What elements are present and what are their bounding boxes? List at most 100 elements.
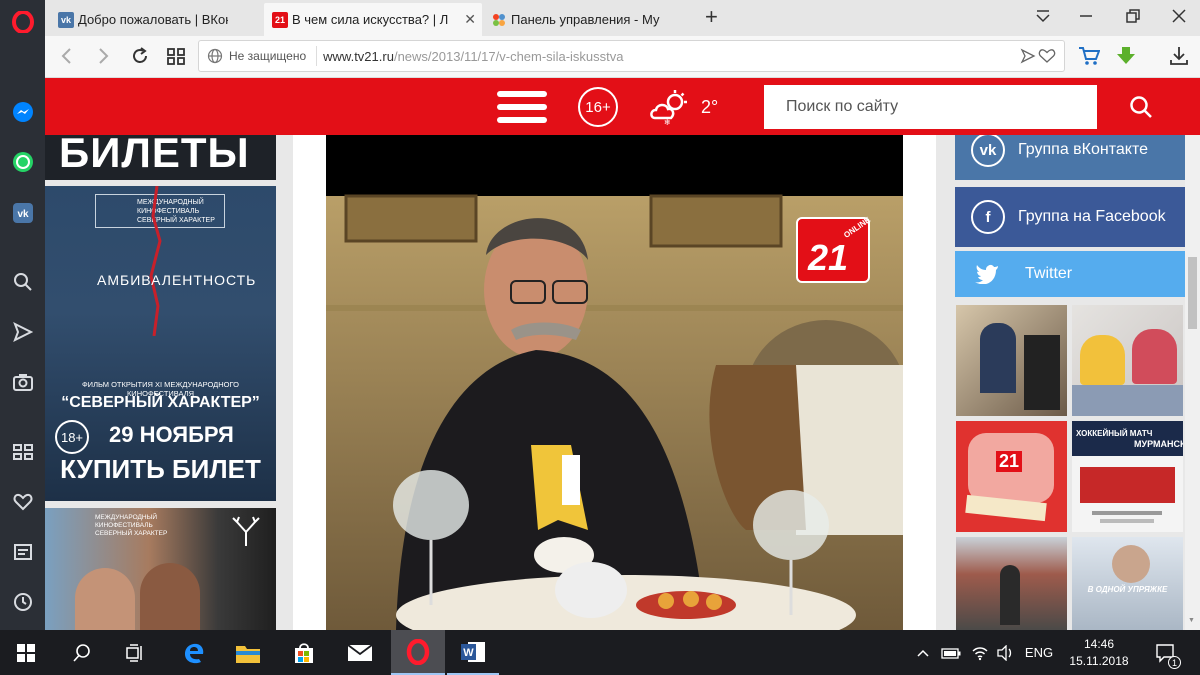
- restore-button[interactable]: [1125, 8, 1141, 29]
- word-icon[interactable]: W: [447, 630, 499, 675]
- age-rating-badge: 16+: [578, 87, 618, 127]
- ad-banner-film-festival[interactable]: МЕЖДУНАРОДНЫЙ КИНОФЕСТИВАЛЬ СЕВЕРНЫЙ ХАР…: [45, 186, 276, 501]
- messenger-icon[interactable]: [0, 94, 45, 130]
- file-explorer-icon[interactable]: [222, 630, 274, 675]
- ad-banner-festival-faces[interactable]: МЕЖДУНАРОДНЫЙ КИНОФЕСТИВАЛЬ СЕВЕРНЫЙ ХАР…: [45, 508, 276, 630]
- tab-active-article[interactable]: 21 В чем сила искусства? | Л ✕: [264, 3, 482, 36]
- news-icon[interactable]: [0, 534, 45, 570]
- page-scrollbar[interactable]: ▼: [1185, 135, 1200, 630]
- twitter-label: Twitter: [1025, 265, 1073, 282]
- news-thumbnail[interactable]: ХОККЕЙНЫЙ МАТЧ МУРМАНСК: [1072, 421, 1183, 532]
- send-page-icon[interactable]: [1020, 48, 1036, 67]
- face-image: [140, 563, 200, 630]
- video-frame-interview: [326, 194, 903, 630]
- svg-text:vk: vk: [17, 209, 29, 220]
- notification-count-badge: 1: [1168, 656, 1181, 669]
- camera-icon[interactable]: [0, 364, 45, 400]
- send-icon[interactable]: [0, 314, 45, 350]
- speed-dial-button[interactable]: [166, 46, 186, 71]
- bookmark-heart-icon[interactable]: [1038, 48, 1056, 67]
- person-figure: [1000, 565, 1020, 625]
- vk-icon[interactable]: vk: [0, 195, 45, 231]
- tab-menu-icon[interactable]: [1035, 8, 1051, 29]
- address-bar[interactable]: Не защищено www.tv21.ru /news/2013/11/17…: [198, 40, 1065, 72]
- age-18-badge: 18+: [55, 420, 89, 454]
- tab-strip: vk Добро пожаловать | ВКонтакте 21 В чем…: [45, 0, 1200, 36]
- task-view-icon[interactable]: [108, 630, 160, 675]
- url-host[interactable]: www.tv21.ru: [323, 49, 394, 64]
- search-icon[interactable]: [0, 264, 45, 300]
- download-extension-icon[interactable]: [1115, 45, 1137, 72]
- joomla-icon: [491, 12, 507, 28]
- news-thumbnail[interactable]: 21: [956, 421, 1067, 532]
- tab-joomla[interactable]: Панель управления - Му: [483, 3, 695, 36]
- heart-icon[interactable]: [0, 484, 45, 520]
- mail-icon[interactable]: [334, 630, 386, 675]
- facebook-group-link[interactable]: f Группа на Facebook: [955, 187, 1185, 247]
- input-language[interactable]: ENG: [1020, 630, 1058, 675]
- battery-icon[interactable]: [938, 630, 964, 675]
- vk-icon: vk: [58, 11, 74, 28]
- news-thumbnail[interactable]: [1072, 305, 1183, 416]
- url-path[interactable]: /news/2013/11/17/v-chem-sila-iskusstva: [394, 49, 624, 64]
- taskbar-search-icon[interactable]: [56, 630, 108, 675]
- news-thumbnail[interactable]: В ОДНОЙ УПРЯЖКЕ: [1072, 537, 1183, 630]
- text-line: [1100, 519, 1154, 523]
- page-content: БИЛЕТЫ МЕЖДУНАРОДНЫЙ КИНОФЕСТИВАЛЬ СЕВЕР…: [45, 135, 1185, 630]
- windows-taskbar: W ENG 14:46 15.11.2018 1: [0, 630, 1200, 675]
- person-figure: [1132, 329, 1177, 384]
- scrollbar-thumb[interactable]: [1188, 257, 1197, 329]
- store-icon[interactable]: [278, 630, 330, 675]
- globe-icon: [207, 48, 223, 64]
- twitter-link[interactable]: Twitter: [955, 251, 1185, 297]
- vk-group-link[interactable]: vk Группа вКонтакте: [955, 135, 1185, 180]
- history-icon[interactable]: [0, 584, 45, 620]
- close-window-button[interactable]: [1171, 8, 1187, 29]
- wifi-icon[interactable]: [968, 630, 992, 675]
- back-button[interactable]: [59, 47, 75, 70]
- edge-browser-icon[interactable]: [168, 630, 220, 675]
- close-tab-icon[interactable]: ✕: [464, 11, 476, 28]
- tab-vk[interactable]: vk Добро пожаловать | ВКонтакте: [50, 3, 263, 36]
- text-line: [1092, 511, 1162, 515]
- site-search-input[interactable]: Поиск по сайту: [764, 85, 1097, 129]
- svg-text:❄: ❄: [664, 118, 671, 126]
- thumb-title: В ОДНОЙ УПРЯЖКЕ: [1087, 585, 1168, 594]
- whatsapp-icon[interactable]: [0, 144, 45, 180]
- windows-start-icon[interactable]: [0, 630, 52, 675]
- tv21-online-logo: ONLINE 21: [796, 215, 872, 283]
- news-thumbnail[interactable]: [956, 537, 1067, 630]
- face-image: [1112, 545, 1150, 583]
- show-hidden-icons-chevron-icon[interactable]: [912, 630, 934, 675]
- tv21-icon: 21: [272, 11, 288, 28]
- festival-logo-text-2: МЕЖДУНАРОДНЫЙ КИНОФЕСТИВАЛЬ СЕВЕРНЫЙ ХАР…: [95, 514, 168, 537]
- team-logos-strip: [1080, 467, 1175, 503]
- face-image: [75, 568, 135, 630]
- new-tab-button[interactable]: +: [705, 4, 718, 30]
- tab-label: Панель управления - Му: [511, 12, 660, 27]
- video-player[interactable]: ONLINE 21: [326, 135, 903, 630]
- downloads-icon[interactable]: [1168, 45, 1190, 72]
- hamburger-menu-icon[interactable]: [495, 87, 549, 132]
- volume-icon[interactable]: [994, 630, 1016, 675]
- speed-dial-icon[interactable]: [0, 434, 45, 470]
- shopping-cart-icon[interactable]: [1078, 46, 1101, 71]
- forward-button[interactable]: [95, 47, 111, 70]
- vk-group-label: Группа вКонтакте: [1018, 141, 1148, 158]
- security-label[interactable]: Не защищено: [229, 49, 306, 63]
- ad-banner-tickets[interactable]: БИЛЕТЫ: [45, 135, 276, 180]
- hockey-title: ХОККЕЙНЫЙ МАТЧ: [1076, 429, 1153, 438]
- scroll-down-arrow-icon[interactable]: ▼: [1188, 617, 1195, 624]
- opera-sidebar: vk: [0, 0, 45, 630]
- site-search-icon[interactable]: [1129, 95, 1153, 124]
- reload-button[interactable]: [130, 46, 150, 71]
- red-crack-graphic: [149, 186, 162, 336]
- minimize-button[interactable]: [1078, 8, 1094, 29]
- opera-taskbar-icon[interactable]: [391, 630, 445, 675]
- opera-menu-icon[interactable]: [0, 4, 45, 40]
- action-center-icon[interactable]: 1: [1148, 630, 1184, 675]
- buy-ticket-button[interactable]: КУПИТЬ БИЛЕТ: [45, 454, 276, 485]
- news-thumbnail[interactable]: [956, 305, 1067, 416]
- facebook-group-label: Группа на Facebook: [1018, 208, 1166, 225]
- clock[interactable]: 14:46 15.11.2018: [1060, 630, 1138, 675]
